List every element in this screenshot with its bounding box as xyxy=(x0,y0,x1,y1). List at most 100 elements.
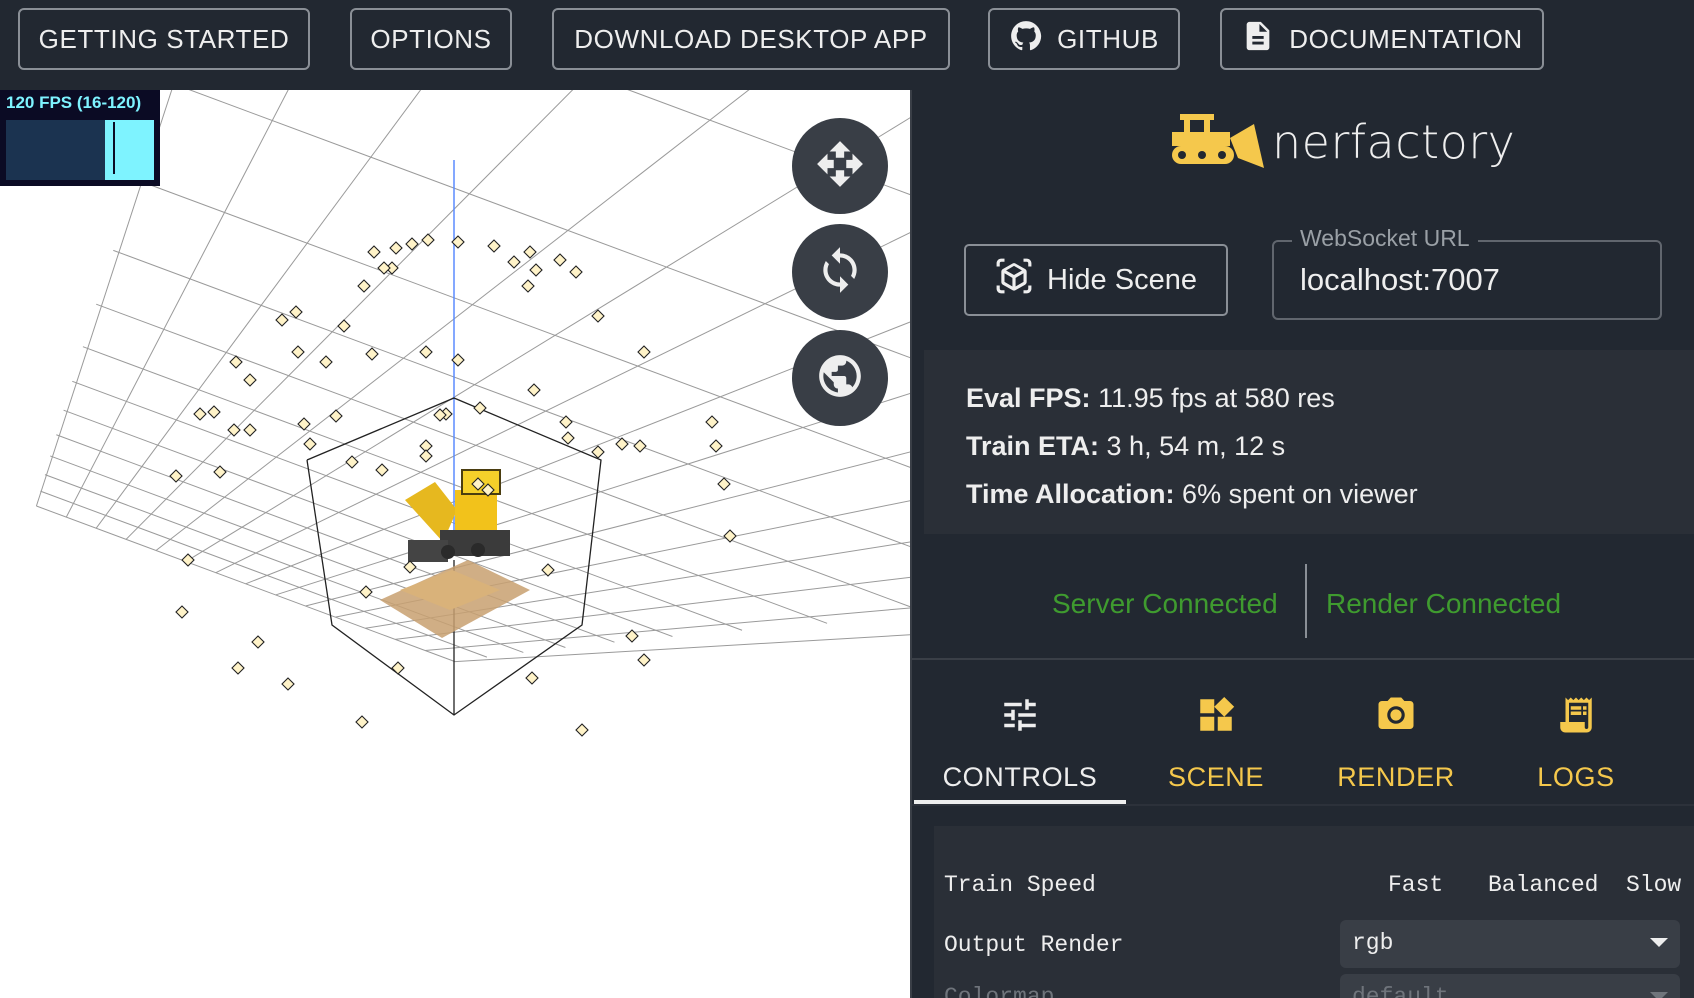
status-separator xyxy=(912,658,1694,660)
tab-scene[interactable]: SCENE xyxy=(1118,670,1314,804)
output-render-select[interactable]: rgb xyxy=(1340,920,1680,968)
view-in-ar-icon xyxy=(995,257,1033,303)
camera-frustum xyxy=(391,661,405,675)
time-allocation-stat: Time Allocation: 6% spent on viewer xyxy=(966,470,1694,518)
github-button[interactable]: GITHUB xyxy=(988,8,1180,70)
tab-logs[interactable]: LOGS xyxy=(1478,670,1674,804)
camera-frustum xyxy=(231,661,245,675)
time-allocation-label: Time Allocation: xyxy=(966,479,1175,509)
camera-frustum xyxy=(521,279,535,293)
output-render-label: Output Render xyxy=(944,932,1124,958)
options-label: OPTIONS xyxy=(370,23,492,54)
camera-frustum xyxy=(405,237,419,251)
train-eta-label: Train ETA: xyxy=(966,431,1100,461)
camera-frustum xyxy=(275,313,289,327)
camera-frustum xyxy=(507,255,521,269)
websocket-url-field[interactable]: WebSocket URL xyxy=(1272,225,1662,320)
colormap-value: default xyxy=(1352,984,1449,998)
scene-viewport[interactable]: 120 FPS (16-120) xyxy=(0,90,910,998)
camera-frustum xyxy=(329,409,343,423)
camera-frustum xyxy=(637,653,651,667)
logo-text: nerfactory xyxy=(1272,114,1516,169)
camera-frustum xyxy=(569,265,583,279)
camera-frustum xyxy=(575,723,589,737)
tab-controls[interactable]: CONTROLS xyxy=(922,670,1118,804)
tab-scene-label: SCENE xyxy=(1167,762,1265,792)
fps-graph xyxy=(6,120,154,180)
camera-frustum xyxy=(207,405,221,419)
rotate-button[interactable] xyxy=(792,224,888,320)
camera-frustum xyxy=(337,319,351,333)
camera-frustum xyxy=(193,407,207,421)
documentation-button[interactable]: DOCUMENTATION xyxy=(1220,8,1544,70)
camera-frustum xyxy=(487,239,501,253)
tab-logs-label: LOGS xyxy=(1537,762,1615,792)
globe-button[interactable] xyxy=(792,330,888,426)
github-label: GITHUB xyxy=(1057,23,1159,54)
camera-frustum xyxy=(559,415,573,429)
download-label: DOWNLOAD DESKTOP APP xyxy=(574,23,928,54)
camera-frustum xyxy=(251,635,265,649)
status-divider xyxy=(1305,564,1307,638)
bulldozer-model xyxy=(380,469,530,638)
camera-frustum xyxy=(633,439,647,453)
tab-render[interactable]: RENDER xyxy=(1298,670,1494,804)
sliders-icon xyxy=(1004,699,1036,731)
camera-frustum xyxy=(243,423,257,437)
camera-frustum xyxy=(319,355,333,369)
camera-frustum xyxy=(553,253,567,267)
websocket-url-input[interactable] xyxy=(1300,262,1640,298)
time-allocation-value: 6% spent on viewer xyxy=(1182,479,1418,509)
camera-frustum xyxy=(281,677,295,691)
camera-frustum xyxy=(357,279,371,293)
hide-scene-button[interactable]: Hide Scene xyxy=(964,244,1228,316)
options-button[interactable]: OPTIONS xyxy=(350,8,512,70)
server-status: Server Connected xyxy=(1052,588,1278,619)
scene-render xyxy=(35,90,910,737)
colormap-label: Colormap xyxy=(944,984,1055,998)
tabs-separator xyxy=(912,804,1694,806)
camera-frustum xyxy=(403,560,417,574)
camera-frustum xyxy=(637,345,651,359)
render-status: Render Connected xyxy=(1326,588,1562,619)
receipt-icon xyxy=(1560,697,1592,733)
fps-label: 120 FPS (16-120) xyxy=(6,93,142,112)
eval-fps-value: 11.95 fps at 580 res xyxy=(1098,383,1335,413)
globe-icon xyxy=(815,351,865,406)
connection-status: Server Connected Render Connected xyxy=(912,564,1694,648)
hide-scene-label: Hide Scene xyxy=(1047,263,1197,296)
panel-tabs: CONTROLS SCENE RENDER LOGS xyxy=(912,670,1694,804)
chevron-down-icon xyxy=(1650,992,1668,998)
camera-frustum xyxy=(365,347,379,361)
control-panel: nerfactory Hide Scene WebSocket URL Eval… xyxy=(912,90,1694,998)
camera-frustum xyxy=(377,261,391,275)
camera-frustum xyxy=(473,401,487,415)
chevron-down-icon xyxy=(1650,938,1668,947)
camera-frustum xyxy=(717,477,731,491)
camera-frustum xyxy=(243,373,257,387)
colormap-select[interactable]: default xyxy=(1340,974,1680,998)
camera-frustum xyxy=(541,563,555,577)
camera-icon xyxy=(1378,697,1414,729)
camera-frustum xyxy=(529,263,543,277)
speed-option-fast[interactable]: Fast xyxy=(1388,872,1443,898)
train-speed-label: Train Speed xyxy=(944,872,1096,898)
train-eta-value: 3 h, 54 m, 12 s xyxy=(1106,431,1286,461)
speed-option-slow[interactable]: Slow xyxy=(1626,872,1681,898)
camera-frustum xyxy=(527,383,541,397)
controls-panel: Train Speed Fast Balanced Slow Output Re… xyxy=(934,826,1694,998)
getting-started-button[interactable]: GETTING STARTED xyxy=(18,8,310,70)
fps-graph-marker xyxy=(113,122,115,174)
stats-box: Eval FPS: 11.95 fps at 580 res Train ETA… xyxy=(924,350,1694,534)
download-desktop-app-button[interactable]: DOWNLOAD DESKTOP APP xyxy=(552,8,950,70)
camera-frustum xyxy=(389,241,403,255)
getting-started-label: GETTING STARTED xyxy=(38,23,290,54)
github-icon xyxy=(1009,19,1043,60)
camera-frustum xyxy=(291,345,305,359)
move-button[interactable] xyxy=(792,118,888,214)
documentation-label: DOCUMENTATION xyxy=(1289,23,1523,54)
camera-frustum xyxy=(367,245,381,259)
eval-fps-stat: Eval FPS: 11.95 fps at 580 res xyxy=(966,374,1694,422)
speed-option-balanced[interactable]: Balanced xyxy=(1488,872,1598,898)
camera-frustum xyxy=(525,671,539,685)
